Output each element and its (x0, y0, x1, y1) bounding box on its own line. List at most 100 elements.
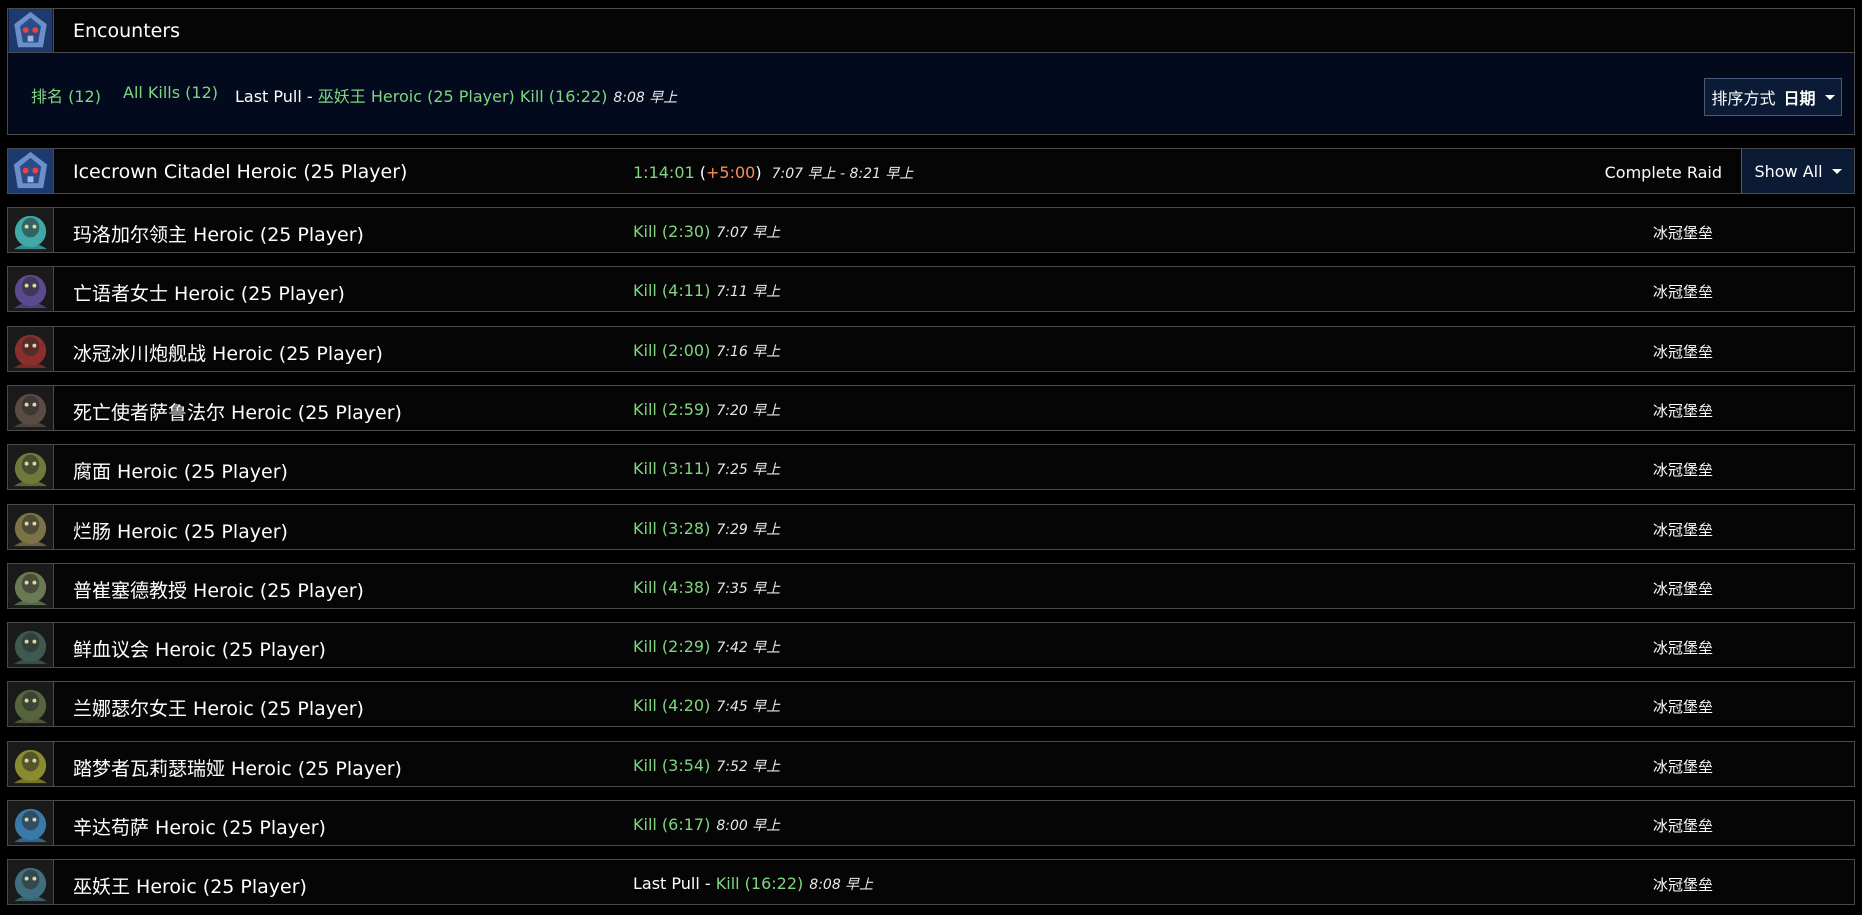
last-pull-separator: - (301, 87, 318, 106)
sort-dropdown[interactable]: 排序方式 日期 (1704, 78, 1842, 116)
encounter-zone: 冰冠堡垒 (1653, 402, 1714, 420)
chevron-down-icon (1824, 94, 1835, 100)
encounter-result-info: Kill (3:54) 7:52 早上 (633, 756, 780, 776)
encounter-name[interactable]: 腐面 Heroic (25 Player) (73, 457, 288, 484)
encounter-zone: 冰冠堡垒 (1653, 698, 1714, 716)
boss-lanathel-icon (8, 682, 54, 726)
encounter-name[interactable]: 玛洛加尔领主 Heroic (25 Player) (73, 220, 364, 247)
raid-name[interactable]: Icecrown Citadel Heroic (25 Player) (73, 161, 407, 183)
raid-time-range: 7:07 早上 - 8:21 早上 (771, 166, 914, 182)
raid-penalty: +5:00 (706, 163, 756, 182)
encounter-time: 7:45 早上 (716, 699, 781, 715)
encounter-row[interactable]: 亡语者女士 Heroic (25 Player) Kill (4:11) 7:11… (7, 266, 1855, 312)
encounter-result: Kill (3:54) (633, 756, 711, 775)
raid-duration-info: 1:14:01 (+5:00) 7:07 早上 - 8:21 早上 (633, 163, 913, 183)
encounter-row[interactable]: 烂肠 Heroic (25 Player) Kill (3:28) 7:29 早上… (7, 504, 1855, 550)
encounter-row[interactable]: 巫妖王 Heroic (25 Player) Last Pull - Kill … (7, 859, 1855, 905)
encounter-time: 7:29 早上 (716, 522, 781, 538)
encounter-row[interactable]: 普崔塞德教授 Heroic (25 Player) Kill (4:38) 7:3… (7, 563, 1855, 609)
encounter-row[interactable]: 玛洛加尔领主 Heroic (25 Player) Kill (2:30) 7:0… (7, 207, 1855, 253)
show-all-dropdown[interactable]: Show All (1741, 149, 1854, 193)
encounter-row[interactable]: 兰娜瑟尔女王 Heroic (25 Player) Kill (4:20) 7:4… (7, 681, 1855, 727)
encounter-name[interactable]: 巫妖王 Heroic (25 Player) (73, 872, 307, 899)
boss-rotface-icon (8, 505, 54, 549)
encounter-result: Kill (4:11) (633, 281, 711, 300)
encounter-zone: 冰冠堡垒 (1653, 580, 1714, 598)
encounter-name[interactable]: 鲜血议会 Heroic (25 Player) (73, 635, 326, 662)
boss-valithria-icon (8, 742, 54, 786)
encounter-time: 7:42 早上 (716, 640, 781, 656)
encounter-result: Kill (16:22) (715, 874, 804, 893)
encounter-result: Kill (3:11) (633, 459, 711, 478)
encounter-result: Kill (4:38) (633, 578, 711, 597)
last-pull-result: 巫妖王 Heroic (25 Player) Kill (16:22) (317, 87, 608, 106)
raid-summary-row[interactable]: Icecrown Citadel Heroic (25 Player) 1:14… (7, 148, 1855, 194)
sort-label: 排序方式 (1711, 89, 1776, 108)
encounter-row[interactable]: 辛达苟萨 Heroic (25 Player) Kill (6:17) 8:00 … (7, 800, 1855, 846)
encounter-name[interactable]: 踏梦者瓦莉瑟瑞娅 Heroic (25 Player) (73, 754, 402, 781)
encounter-time: 7:35 早上 (716, 581, 781, 597)
encounter-name[interactable]: 烂肠 Heroic (25 Player) (73, 517, 288, 544)
boss-gunship-icon (8, 327, 54, 371)
encounter-time: 7:11 早上 (716, 284, 781, 300)
raid-duration: 1:14:01 (633, 163, 695, 182)
encounter-time: 7:25 早上 (716, 462, 781, 478)
encounter-row[interactable]: 冰冠冰川炮舰战 Heroic (25 Player) Kill (2:00) 7:… (7, 326, 1855, 372)
boss-saurfang-icon (8, 386, 54, 430)
encounter-row[interactable]: 腐面 Heroic (25 Player) Kill (3:11) 7:25 早上… (7, 444, 1855, 490)
encounter-result: Kill (4:20) (633, 696, 711, 715)
boss-deathwhisper-icon (8, 267, 54, 311)
boss-lich-king-icon (8, 860, 54, 904)
filter-bar: 排名 (12) All Kills (12) Last Pull - 巫妖王 H… (7, 53, 1855, 135)
encounter-row[interactable]: 死亡使者萨鲁法尔 Heroic (25 Player) Kill (2:59) 7… (7, 385, 1855, 431)
encounter-name[interactable]: 普崔塞德教授 Heroic (25 Player) (73, 576, 364, 603)
encounter-result: Kill (2:59) (633, 400, 711, 419)
boss-marrowgar-icon (8, 208, 54, 252)
tab-all-kills[interactable]: All Kills (12) (123, 83, 218, 102)
icecrown-citadel-icon (8, 9, 54, 52)
encounter-result-info: Kill (3:11) 7:25 早上 (633, 459, 780, 479)
encounter-time: 8:08 早上 (809, 877, 874, 893)
encounter-name[interactable]: 冰冠冰川炮舰战 Heroic (25 Player) (73, 339, 383, 366)
encounter-row[interactable]: 踏梦者瓦莉瑟瑞娅 Heroic (25 Player) Kill (3:54) 7… (7, 741, 1855, 787)
encounter-zone: 冰冠堡垒 (1653, 876, 1714, 894)
raid-paren-close: ) (755, 163, 762, 182)
boss-festergut-icon (8, 445, 54, 489)
last-pull-summary[interactable]: Last Pull - 巫妖王 Heroic (25 Player) Kill … (235, 83, 677, 107)
encounter-result-info: Kill (3:28) 7:29 早上 (633, 519, 780, 539)
encounter-zone: 冰冠堡垒 (1653, 521, 1714, 539)
encounter-zone: 冰冠堡垒 (1653, 758, 1714, 776)
encounter-name[interactable]: 死亡使者萨鲁法尔 Heroic (25 Player) (73, 398, 402, 425)
encounters-header: Encounters (7, 8, 1855, 53)
sort-value: 日期 (1783, 89, 1816, 108)
encounter-zone: 冰冠堡垒 (1653, 639, 1714, 657)
boss-putricide-icon (8, 564, 54, 608)
encounter-zone: 冰冠堡垒 (1653, 461, 1714, 479)
last-pull-label: Last Pull (235, 87, 302, 106)
encounter-name[interactable]: 兰娜瑟尔女王 Heroic (25 Player) (73, 694, 364, 721)
encounter-time: 7:20 早上 (716, 403, 781, 419)
boss-blood-council-icon (8, 623, 54, 667)
encounter-result-info: Kill (2:29) 7:42 早上 (633, 637, 780, 657)
icecrown-citadel-icon (8, 149, 54, 193)
encounter-result-info: Last Pull - Kill (16:22) 8:08 早上 (633, 874, 873, 894)
encounter-zone: 冰冠堡垒 (1653, 817, 1714, 835)
chevron-down-icon (1831, 168, 1842, 174)
encounter-result-info: Kill (6:17) 8:00 早上 (633, 815, 780, 835)
encounter-row[interactable]: 鲜血议会 Heroic (25 Player) Kill (2:29) 7:42 … (7, 622, 1855, 668)
show-all-label: Show All (1754, 161, 1823, 181)
encounter-result: Kill (2:30) (633, 222, 711, 241)
encounter-result: Kill (6:17) (633, 815, 711, 834)
last-pull-time: 8:08 早上 (613, 90, 678, 106)
page-title: Encounters (73, 20, 181, 42)
encounter-time: 7:16 早上 (716, 344, 781, 360)
encounter-result: Kill (2:29) (633, 637, 711, 656)
encounter-name[interactable]: 亡语者女士 Heroic (25 Player) (73, 279, 345, 306)
encounter-name[interactable]: 辛达苟萨 Heroic (25 Player) (73, 813, 326, 840)
encounter-result-info: Kill (2:00) 7:16 早上 (633, 341, 780, 361)
encounters-page: Encounters 排名 (12) All Kills (12) Last P… (0, 0, 1862, 915)
tab-rankings[interactable]: 排名 (12) (31, 83, 101, 107)
encounter-zone: 冰冠堡垒 (1653, 343, 1714, 361)
encounter-time: 7:52 早上 (716, 759, 781, 775)
boss-sindragosa-icon (8, 801, 54, 845)
